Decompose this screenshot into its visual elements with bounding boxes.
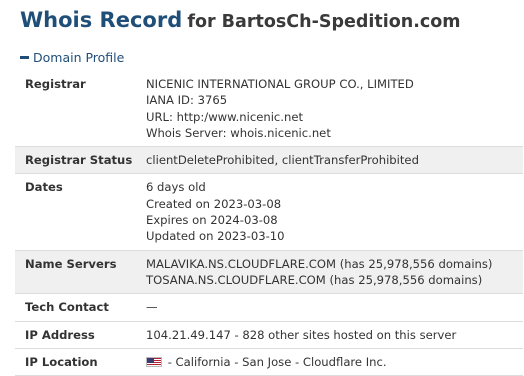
row-value-tech-contact: — xyxy=(146,293,523,322)
row-value-ip-location: - California - San Jose - Cloudflare Inc… xyxy=(146,347,523,376)
expires-date: Expires on 2024-03-08 xyxy=(146,213,278,228)
page-title-domain: for BartosCh-Spedition.com xyxy=(187,12,461,32)
row-value-registrar-status: clientDeleteProhibited, clientTransferPr… xyxy=(146,146,523,174)
created-date: Created on 2023-03-08 xyxy=(146,196,282,211)
row-label-tech-contact: Tech Contact xyxy=(15,293,146,322)
name-server-1: MALAVIKA.NS.CLOUDFLARE.COM (has 25,978,5… xyxy=(146,256,493,271)
table-row-registrar-status: Registrar Status clientDeleteProhibited,… xyxy=(15,146,523,174)
row-label-registrar-status: Registrar Status xyxy=(15,146,146,174)
registrar-whois-server: Whois Server: whois.nicenic.net xyxy=(146,125,331,140)
us-flag-icon xyxy=(146,356,162,367)
row-label-ip-location: IP Location xyxy=(15,347,146,376)
page-title-main: Whois Record xyxy=(20,8,183,32)
section-heading: Domain Profile xyxy=(33,49,125,65)
row-label-registrar: Registrar xyxy=(25,77,86,91)
table-row-ip-address: IP Address 104.21.49.147 - 828 other sit… xyxy=(15,320,523,349)
table-row-name-servers: Name Servers MALAVIKA.NS.CLOUDFLARE.COM … xyxy=(15,249,523,294)
table-row-tech-contact: Tech Contact — xyxy=(15,293,523,322)
name-server-2: TOSANA.NS.CLOUDFLARE.COM (has 25,978,556… xyxy=(146,272,483,287)
row-value-ip-address: 104.21.49.147 - 828 other sites hosted o… xyxy=(146,320,523,349)
row-label-dates: Dates xyxy=(15,173,146,251)
minus-icon xyxy=(20,55,29,59)
registrar-iana-id: IANA ID: 3765 xyxy=(146,93,228,108)
row-value-dates: 6 days old Created on 2023-03-08 Expires… xyxy=(146,173,523,251)
table-row-ip-location: IP Location - California - San Jose - Cl… xyxy=(15,347,523,376)
domain-profile-toggle[interactable]: Domain Profile xyxy=(20,48,124,66)
domain-profile-table: Registrar NICENIC INTERNATIONAL GROUP CO… xyxy=(15,71,523,376)
registrar-name: NICENIC INTERNATIONAL GROUP CO., LIMITED xyxy=(146,77,414,91)
registrar-url: URL: http:/www.nicenic.net xyxy=(146,109,304,124)
row-label-name-servers: Name Servers xyxy=(15,249,146,294)
domain-age: 6 days old xyxy=(146,180,206,195)
ip-location-text: - California - San Jose - Cloudflare Inc… xyxy=(167,354,387,369)
row-value-registrar: NICENIC INTERNATIONAL GROUP CO., LIMITED… xyxy=(146,71,523,147)
row-label-ip-address: IP Address xyxy=(15,320,146,349)
table-row-dates: Dates 6 days old Created on 2023-03-08 E… xyxy=(15,173,523,251)
page-title: Whois Record for BartosCh-Spedition.com xyxy=(20,6,460,36)
updated-date: Updated on 2023-03-10 xyxy=(146,229,285,244)
table-row-registrar: Registrar NICENIC INTERNATIONAL GROUP CO… xyxy=(15,71,523,147)
row-value-name-servers: MALAVIKA.NS.CLOUDFLARE.COM (has 25,978,5… xyxy=(146,249,523,294)
